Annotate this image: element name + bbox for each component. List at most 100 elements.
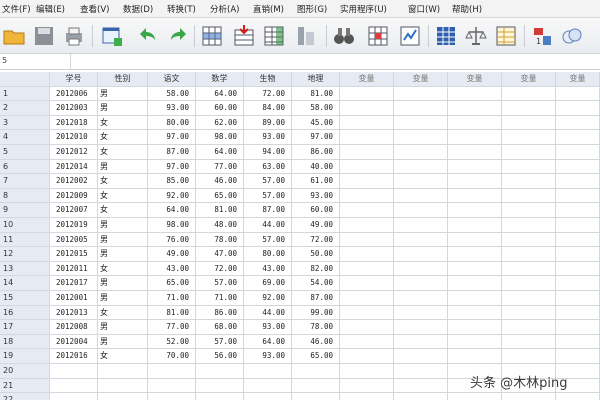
empty-cell[interactable]	[340, 305, 394, 321]
cell-math[interactable]: 56.00	[196, 349, 244, 364]
cell-student-id[interactable]: 2012019	[50, 218, 98, 233]
row-number[interactable]: 14	[0, 276, 50, 291]
empty-cell[interactable]	[394, 378, 448, 394]
empty-cell[interactable]	[340, 247, 394, 262]
empty-cell[interactable]	[340, 364, 394, 379]
empty-cell[interactable]	[394, 349, 448, 364]
empty-cell[interactable]	[502, 320, 556, 335]
menu-item-6[interactable]: 直销(M)	[253, 3, 284, 15]
empty-cell[interactable]	[556, 247, 600, 262]
cell-student-id[interactable]: 2012013	[50, 305, 98, 321]
empty-cell[interactable]	[340, 86, 394, 102]
empty-cell[interactable]	[448, 159, 502, 175]
cell-chinese[interactable]: 65.00	[148, 276, 196, 291]
menu-item-4[interactable]: 转换(T)	[167, 3, 196, 15]
cell-biology[interactable]: 93.00	[244, 349, 292, 364]
empty-cell[interactable]	[502, 349, 556, 364]
empty-cell[interactable]	[556, 159, 600, 175]
menu-item-3[interactable]: 数据(D)	[123, 3, 153, 15]
empty-cell[interactable]	[448, 247, 502, 262]
select-cases-icon[interactable]	[494, 24, 518, 48]
empty-cell[interactable]	[196, 393, 244, 400]
empty-cell[interactable]	[148, 378, 196, 394]
cell-student-id[interactable]: 2012015	[50, 247, 98, 262]
cell-math[interactable]: 57.00	[196, 276, 244, 291]
empty-cell[interactable]	[394, 320, 448, 335]
cell-chinese[interactable]: 77.00	[148, 320, 196, 335]
open-folder-icon[interactable]	[2, 24, 26, 48]
empty-cell[interactable]	[340, 320, 394, 335]
cell-student-id[interactable]: 2012016	[50, 349, 98, 364]
empty-cell[interactable]	[394, 334, 448, 350]
row-number[interactable]: 16	[0, 305, 50, 321]
cell-chinese[interactable]: 64.00	[148, 203, 196, 218]
empty-cell[interactable]	[448, 232, 502, 248]
cell-chinese[interactable]: 52.00	[148, 334, 196, 350]
empty-cell[interactable]	[394, 174, 448, 189]
empty-cell[interactable]	[340, 378, 394, 394]
cell-biology[interactable]: 57.00	[244, 174, 292, 189]
empty-cell[interactable]	[556, 334, 600, 350]
empty-cell[interactable]	[502, 218, 556, 233]
cell-geography[interactable]: 86.00	[292, 145, 340, 160]
empty-cell[interactable]	[394, 247, 448, 262]
empty-cell[interactable]	[502, 101, 556, 116]
cell-gender[interactable]: 男	[98, 291, 148, 306]
cell-chinese[interactable]: 70.00	[148, 349, 196, 364]
empty-cell[interactable]	[502, 232, 556, 248]
cell-math[interactable]: 81.00	[196, 203, 244, 218]
dialog-recall-icon[interactable]	[100, 24, 124, 48]
empty-cell[interactable]	[448, 276, 502, 291]
empty-cell[interactable]	[98, 364, 148, 379]
empty-cell[interactable]	[448, 101, 502, 116]
cell-gender[interactable]: 男	[98, 232, 148, 248]
cell-gender[interactable]: 男	[98, 101, 148, 116]
row-number[interactable]: 10	[0, 218, 50, 233]
cell-biology[interactable]: 63.00	[244, 159, 292, 175]
empty-cell[interactable]	[340, 159, 394, 175]
cell-biology[interactable]: 72.00	[244, 86, 292, 102]
empty-cell[interactable]	[556, 261, 600, 277]
cell-chinese[interactable]: 43.00	[148, 261, 196, 277]
column-header[interactable]: 变量	[448, 72, 502, 87]
empty-cell[interactable]	[292, 364, 340, 379]
empty-cell[interactable]	[502, 276, 556, 291]
cell-student-id[interactable]: 2012009	[50, 188, 98, 204]
empty-cell[interactable]	[448, 291, 502, 306]
column-header[interactable]: 学号	[50, 72, 98, 87]
cell-biology[interactable]: 94.00	[244, 145, 292, 160]
empty-cell[interactable]	[394, 261, 448, 277]
cell-chinese[interactable]: 49.00	[148, 247, 196, 262]
cell-math[interactable]: 64.00	[196, 86, 244, 102]
cell-math[interactable]: 78.00	[196, 232, 244, 248]
row-number[interactable]: 1	[0, 86, 50, 102]
empty-cell[interactable]	[502, 86, 556, 102]
cell-student-id[interactable]: 2012006	[50, 86, 98, 102]
row-number[interactable]: 11	[0, 232, 50, 248]
cell-math[interactable]: 47.00	[196, 247, 244, 262]
cell-student-id[interactable]: 2012002	[50, 174, 98, 189]
empty-cell[interactable]	[556, 232, 600, 248]
column-header[interactable]: 变量	[340, 72, 394, 87]
cell-math[interactable]: 72.00	[196, 261, 244, 277]
variables-icon[interactable]	[262, 24, 286, 48]
cell-student-id[interactable]: 2012001	[50, 291, 98, 306]
cell-gender[interactable]: 女	[98, 203, 148, 218]
use-sets-icon[interactable]	[560, 24, 584, 48]
cell-gender[interactable]: 男	[98, 218, 148, 233]
cell-gender[interactable]: 男	[98, 86, 148, 102]
empty-cell[interactable]	[502, 393, 556, 400]
cell-chinese[interactable]: 97.00	[148, 130, 196, 145]
cell-chinese[interactable]: 97.00	[148, 159, 196, 175]
empty-cell[interactable]	[394, 276, 448, 291]
cell-math[interactable]: 77.00	[196, 159, 244, 175]
empty-cell[interactable]	[502, 115, 556, 131]
column-header[interactable]: 变量	[502, 72, 556, 87]
cell-gender[interactable]: 女	[98, 130, 148, 145]
column-header[interactable]: 生物	[244, 72, 292, 87]
cell-math[interactable]: 46.00	[196, 174, 244, 189]
cell-geography[interactable]: 61.00	[292, 174, 340, 189]
empty-cell[interactable]	[556, 145, 600, 160]
row-number[interactable]: 7	[0, 174, 50, 189]
cell-biology[interactable]: 93.00	[244, 130, 292, 145]
